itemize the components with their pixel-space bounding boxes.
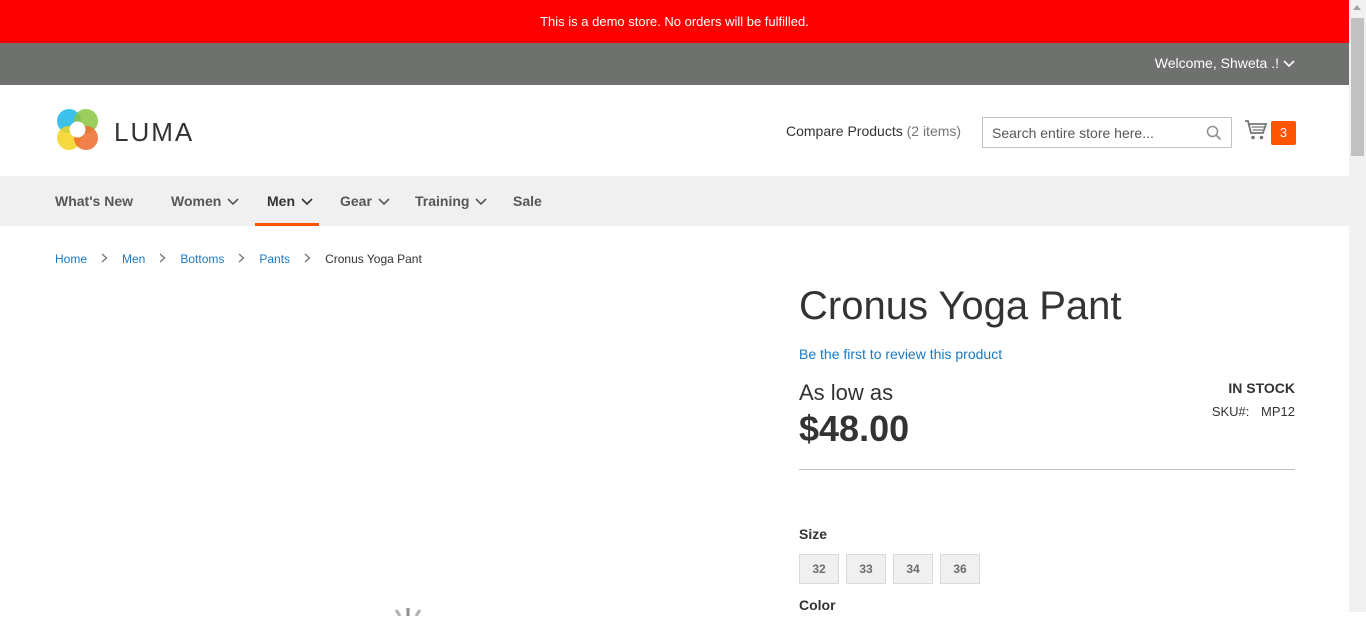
sku-value: MP12 xyxy=(1261,404,1295,419)
breadcrumb-home[interactable]: Home xyxy=(55,252,87,266)
search-box xyxy=(982,117,1232,148)
breadcrumb-bottoms[interactable]: Bottoms xyxy=(180,252,224,266)
price-label: As low as xyxy=(799,380,894,405)
nav-item-label: Training xyxy=(415,193,470,209)
size-swatch-option[interactable]: 34 xyxy=(893,554,933,584)
chevron-right-icon xyxy=(101,252,108,266)
chevron-down-icon xyxy=(301,193,313,209)
search-input[interactable] xyxy=(983,118,1198,147)
scroll-up-arrow-icon[interactable] xyxy=(1353,5,1361,10)
chevron-right-icon xyxy=(304,252,311,266)
size-swatches: 32 33 34 36 xyxy=(799,554,1295,584)
nav-item-label: Sale xyxy=(513,193,542,209)
loading-spinner-icon xyxy=(388,603,428,621)
compare-products-link[interactable]: Compare Products (2 items) xyxy=(786,123,961,139)
luma-logo-icon xyxy=(55,107,100,157)
page-title: Cronus Yoga Pant xyxy=(799,284,1122,328)
store-logo[interactable]: LUMA xyxy=(55,107,194,157)
product-info-main: Cronus Yoga Pant Be the first to review … xyxy=(799,280,1295,613)
nav-item-training[interactable]: Training xyxy=(415,176,488,226)
nav-item-label: Gear xyxy=(340,193,372,209)
breadcrumb-pants[interactable]: Pants xyxy=(259,252,290,266)
chevron-down-icon xyxy=(378,193,390,209)
customer-welcome-menu[interactable]: Welcome, Shweta .! xyxy=(1155,55,1295,71)
demo-store-notice: This is a demo store. No orders will be … xyxy=(0,0,1349,43)
compare-count: (2 items) xyxy=(906,123,962,139)
chevron-down-icon xyxy=(475,193,488,209)
chevron-down-icon xyxy=(227,193,239,209)
demo-store-notice-text: This is a demo store. No orders will be … xyxy=(540,14,809,29)
compare-label: Compare Products xyxy=(786,123,903,139)
chevron-right-icon xyxy=(238,252,245,266)
price-box: As low as $48.00 IN STOCK SKU#: MP12 xyxy=(799,380,1295,470)
breadcrumb-current: Cronus Yoga Pant xyxy=(325,252,422,266)
logo-text: LUMA xyxy=(114,116,195,147)
cart-count-badge: 3 xyxy=(1271,120,1296,145)
breadcrumb: Home Men Bottoms Pants Cronus Yoga Pant xyxy=(55,252,422,266)
size-swatch-option[interactable]: 33 xyxy=(846,554,886,584)
chevron-right-icon xyxy=(159,252,166,266)
color-attribute-label: Color xyxy=(799,597,836,613)
page-scrollbar[interactable] xyxy=(1349,0,1366,612)
add-review-link[interactable]: Be the first to review this product xyxy=(799,346,1002,362)
header-panel: Welcome, Shweta .! xyxy=(0,43,1349,85)
page-header: LUMA Compare Products (2 items) 3 xyxy=(0,85,1349,176)
product-gallery xyxy=(55,285,755,612)
chevron-down-icon xyxy=(1283,55,1295,71)
main-navigation: What's New Women Men Gear Training Sale xyxy=(0,176,1349,226)
size-swatch-option[interactable]: 32 xyxy=(799,554,839,584)
product-sku: SKU#: MP12 xyxy=(1212,404,1295,419)
nav-item-gear[interactable]: Gear xyxy=(340,176,390,226)
size-swatch-option[interactable]: 36 xyxy=(940,554,980,584)
nav-item-women[interactable]: Women xyxy=(171,176,239,226)
nav-item-sale[interactable]: Sale xyxy=(513,176,542,226)
nav-item-label: What's New xyxy=(55,193,134,209)
nav-item-label: Women xyxy=(171,193,222,209)
sku-label: SKU#: xyxy=(1211,404,1250,419)
minicart-button[interactable]: 3 xyxy=(1244,119,1296,146)
breadcrumb-men[interactable]: Men xyxy=(122,252,145,266)
scrollbar-thumb[interactable] xyxy=(1351,18,1364,156)
stock-status: IN STOCK xyxy=(1228,380,1295,396)
shopping-cart-icon xyxy=(1244,119,1268,146)
size-attribute-label: Size xyxy=(799,526,828,542)
nav-item-men[interactable]: Men xyxy=(255,176,319,226)
search-icon[interactable] xyxy=(1206,125,1222,146)
welcome-text: Welcome, Shweta .! xyxy=(1154,55,1279,71)
nav-item-label: Men xyxy=(267,193,295,209)
nav-item-whats-new[interactable]: What's New xyxy=(55,176,133,226)
